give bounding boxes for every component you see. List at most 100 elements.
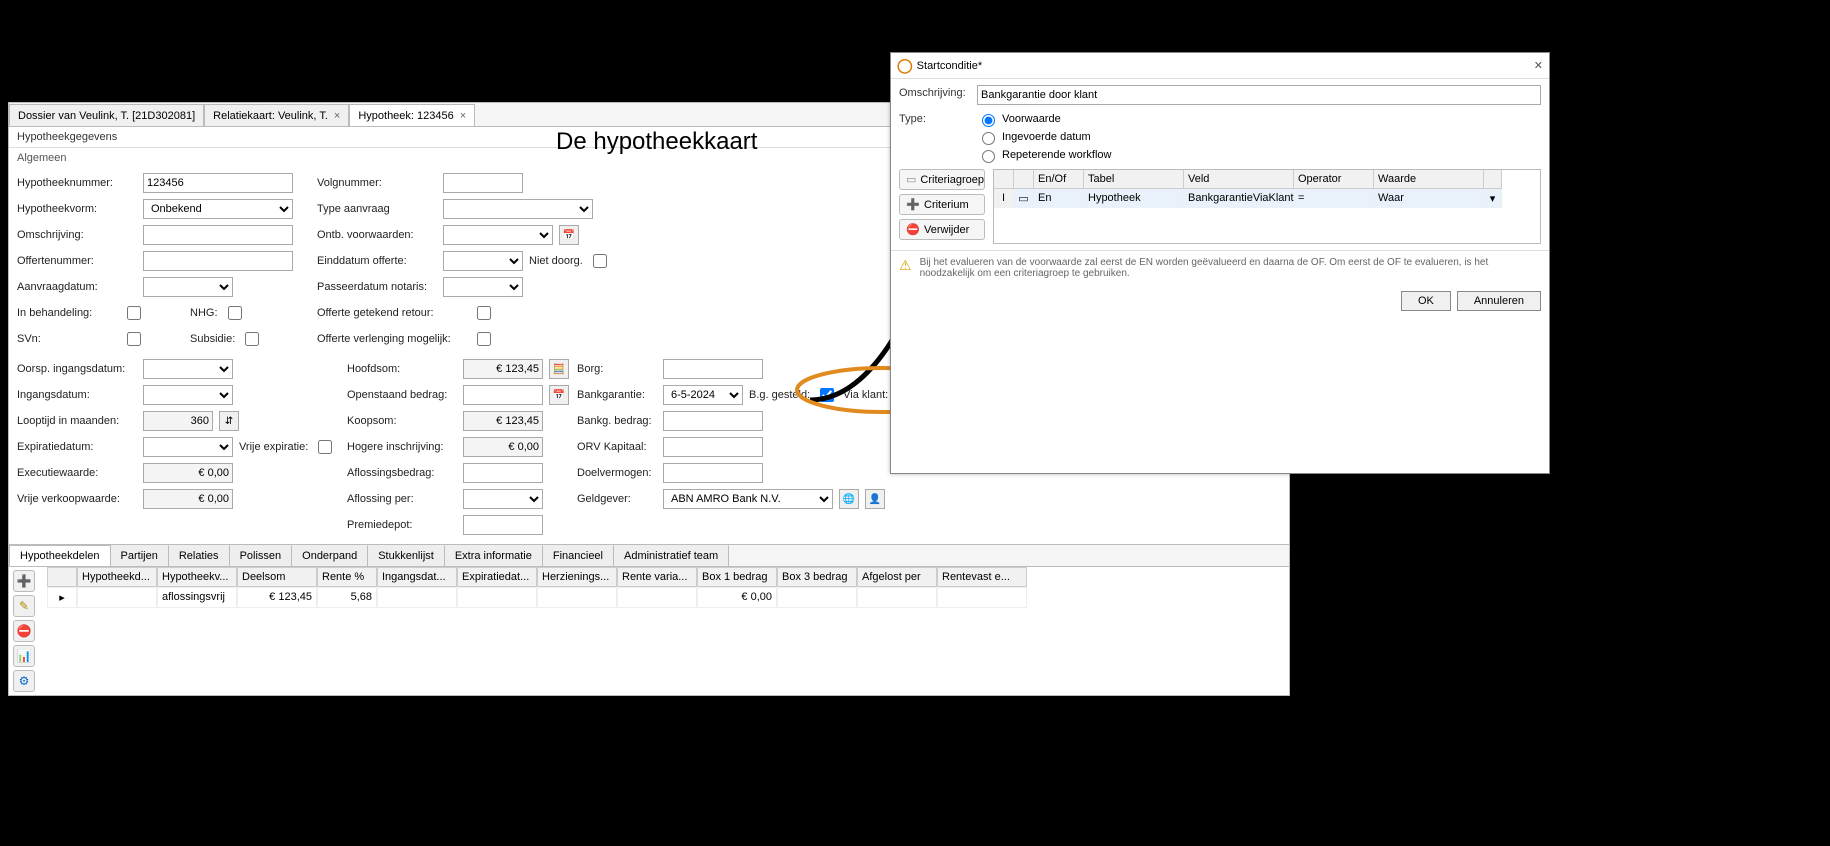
export-button[interactable]: 📊: [13, 645, 35, 667]
criterium-button[interactable]: ➕Criterium: [899, 194, 985, 215]
omschrijving-input[interactable]: [143, 225, 293, 245]
col-operator[interactable]: Operator: [1294, 170, 1374, 189]
col-box3[interactable]: Box 3 bedrag: [777, 567, 857, 587]
subsidie-checkbox[interactable]: [245, 332, 259, 346]
hogere-inschrijving-input[interactable]: [463, 437, 543, 457]
orv-kapitaal-input[interactable]: [663, 437, 763, 457]
label-bankgarantie: Bankgarantie:: [577, 389, 657, 401]
radio-voorwaarde[interactable]: Voorwaarde: [977, 111, 1111, 127]
edit-button[interactable]: ✎: [13, 595, 35, 617]
volgnummer-input[interactable]: [443, 173, 523, 193]
offertenummer-input[interactable]: [143, 251, 293, 271]
hypotheeknummer-input[interactable]: [143, 173, 293, 193]
radio-repeterende[interactable]: Repeterende workflow: [977, 147, 1111, 163]
close-icon[interactable]: ✕: [1534, 59, 1543, 72]
hoofdsom-input[interactable]: [463, 359, 543, 379]
subtab-hypotheekdelen[interactable]: Hypotheekdelen: [9, 545, 111, 566]
cell-veld: BankgarantieViaKlant: [1184, 189, 1294, 208]
col-rente-varia[interactable]: Rente varia...: [617, 567, 697, 587]
col-deelsom[interactable]: Deelsom: [237, 567, 317, 587]
doelvermogen-input[interactable]: [663, 463, 763, 483]
refresh-button[interactable]: ⚙: [13, 670, 35, 692]
stepper-icon[interactable]: ⇵: [219, 411, 239, 431]
vrije-expiratie-checkbox[interactable]: [318, 440, 332, 454]
openstaand-bedrag-input[interactable]: [463, 385, 543, 405]
close-icon[interactable]: ×: [334, 110, 340, 122]
col-hypotheekv[interactable]: Hypotheekv...: [157, 567, 237, 587]
criteria-row[interactable]: I ▭ En Hypotheek BankgarantieViaKlant = …: [994, 189, 1540, 208]
tab-relatiekaart[interactable]: Relatiekaart: Veulink, T.×: [204, 104, 349, 126]
tab-dossier[interactable]: Dossier van Veulink, T. [21D302081]: [9, 104, 204, 126]
koopsom-input[interactable]: [463, 411, 543, 431]
ingangsdatum-input[interactable]: [143, 385, 233, 405]
table-row[interactable]: ▸ aflossingsvrij € 123,45 5,68 € 0,00: [47, 587, 1289, 608]
aflossing-per-select[interactable]: [463, 489, 543, 509]
radio-repeterende-input[interactable]: [982, 150, 995, 163]
offerte-verlenging-checkbox[interactable]: [477, 332, 491, 346]
globe-icon[interactable]: 🌐: [839, 489, 859, 509]
col-expiratiedat[interactable]: Expiratiedat...: [457, 567, 537, 587]
cell-herzienings: [537, 587, 617, 608]
hypotheekvorm-select[interactable]: Onbekend: [143, 199, 293, 219]
subtab-polissen[interactable]: Polissen: [230, 545, 293, 566]
annuleren-button[interactable]: Annuleren: [1457, 291, 1541, 311]
expiratiedatum-input[interactable]: [143, 437, 233, 457]
footer-warning-text: Bij het evalueren van de voorwaarde zal …: [920, 257, 1541, 279]
delete-button[interactable]: ⛔: [13, 620, 35, 642]
criteriagroep-button[interactable]: ▭Criteriagroep: [899, 169, 985, 190]
vrije-verkoopwaarde-input[interactable]: [143, 489, 233, 509]
col-afgelost[interactable]: Afgelost per: [857, 567, 937, 587]
omschrijving-input[interactable]: [977, 85, 1541, 105]
subtab-financieel[interactable]: Financieel: [543, 545, 614, 566]
col-veld[interactable]: Veld: [1184, 170, 1294, 189]
col-enof[interactable]: En/Of: [1034, 170, 1084, 189]
col-rente[interactable]: Rente %: [317, 567, 377, 587]
subtab-partijen[interactable]: Partijen: [111, 545, 169, 566]
subtab-administratief-team[interactable]: Administratief team: [614, 545, 729, 566]
close-icon[interactable]: ×: [460, 110, 466, 122]
col-box1[interactable]: Box 1 bedrag: [697, 567, 777, 587]
col-rentevast[interactable]: Rentevast e...: [937, 567, 1027, 587]
tab-hypotheek[interactable]: Hypotheek: 123456×: [349, 104, 475, 126]
col-dd: [1484, 170, 1502, 189]
svn-checkbox[interactable]: [127, 332, 141, 346]
looptijd-input[interactable]: [143, 411, 213, 431]
dropdown-icon[interactable]: ▾: [1484, 189, 1502, 208]
calendar-icon[interactable]: 📅: [559, 225, 579, 245]
premiedepot-input[interactable]: [463, 515, 543, 535]
ontb-voorwaarden-select[interactable]: [443, 225, 553, 245]
verwijder-button[interactable]: ⛔Verwijder: [899, 219, 985, 240]
col-herzienings[interactable]: Herzienings...: [537, 567, 617, 587]
executiewaarde-input[interactable]: [143, 463, 233, 483]
person-icon[interactable]: 👤: [865, 489, 885, 509]
col-hypotheekd[interactable]: Hypotheekd...: [77, 567, 157, 587]
bankgarantie-input[interactable]: 6-5-2024: [663, 385, 743, 405]
calendar-icon[interactable]: 📅: [549, 385, 569, 405]
col-waarde[interactable]: Waarde: [1374, 170, 1484, 189]
subtab-onderpand[interactable]: Onderpand: [292, 545, 368, 566]
subtab-relaties[interactable]: Relaties: [169, 545, 230, 566]
passeerdatum-input[interactable]: [443, 277, 523, 297]
in-behandeling-checkbox[interactable]: [127, 306, 141, 320]
ok-button[interactable]: OK: [1401, 291, 1451, 311]
radio-ingevoerde-datum[interactable]: Ingevoerde datum: [977, 129, 1111, 145]
oorsp-ingangsdatum-input[interactable]: [143, 359, 233, 379]
bankg-bedrag-input[interactable]: [663, 411, 763, 431]
calculator-icon[interactable]: 🧮: [549, 359, 569, 379]
add-button[interactable]: ➕: [13, 570, 35, 592]
radio-voorwaarde-input[interactable]: [982, 114, 995, 127]
aflossingsbedrag-input[interactable]: [463, 463, 543, 483]
aanvraagdatum-input[interactable]: [143, 277, 233, 297]
niet-doorg-checkbox[interactable]: [593, 254, 607, 268]
subtab-stukkenlijst[interactable]: Stukkenlijst: [368, 545, 445, 566]
radio-ingevoerde-input[interactable]: [982, 132, 995, 145]
col-tabel[interactable]: Tabel: [1084, 170, 1184, 189]
nhg-checkbox[interactable]: [228, 306, 242, 320]
borg-input[interactable]: [663, 359, 763, 379]
einddatum-offerte-input[interactable]: [443, 251, 523, 271]
type-aanvraag-select[interactable]: [443, 199, 593, 219]
col-ingangsdat[interactable]: Ingangsdat...: [377, 567, 457, 587]
offerte-getekend-checkbox[interactable]: [477, 306, 491, 320]
subtab-extra-informatie[interactable]: Extra informatie: [445, 545, 543, 566]
geldgever-select[interactable]: ABN AMRO Bank N.V.: [663, 489, 833, 509]
